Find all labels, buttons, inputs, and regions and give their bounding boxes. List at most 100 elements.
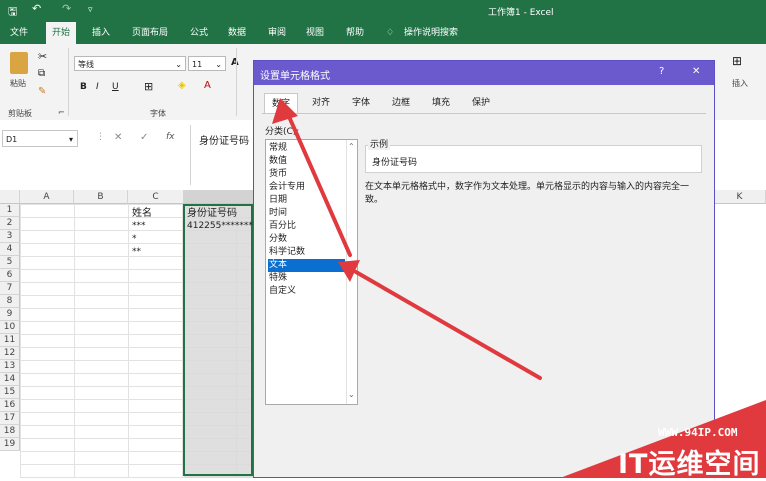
chevron-down-icon: ▾ xyxy=(68,135,73,144)
row-header[interactable]: 1 xyxy=(0,204,20,217)
tab-protection[interactable]: 保护 xyxy=(464,93,498,113)
scroll-up-icon[interactable]: ⌃ xyxy=(348,142,355,151)
cut-icon[interactable]: ✂ xyxy=(38,50,47,63)
border-icon[interactable]: ⊞ xyxy=(144,80,153,93)
category-item[interactable]: 科学记数 xyxy=(268,246,345,259)
tab-font[interactable]: 字体 xyxy=(344,93,378,113)
category-item[interactable]: 常规 xyxy=(268,142,345,155)
cell-d1[interactable]: 身份证号码 xyxy=(187,207,237,220)
font-size-select[interactable]: 11 ⌄ xyxy=(188,56,226,71)
customize-toolbar-icon[interactable]: ▿ xyxy=(88,5,93,15)
name-box[interactable]: D1 ▾ xyxy=(2,130,78,147)
bold-button[interactable]: B xyxy=(80,82,87,92)
insert-cells-button[interactable]: 插入 xyxy=(732,78,748,89)
category-scrollbar[interactable]: ⌃ ⌄ xyxy=(346,140,358,404)
row-header[interactable]: 2 xyxy=(0,217,20,230)
row-header[interactable]: 17 xyxy=(0,412,20,425)
tab-file[interactable]: 文件 xyxy=(10,22,28,44)
tab-number[interactable]: 数字 xyxy=(264,93,298,113)
cell-c3[interactable]: * xyxy=(132,233,137,246)
column-header-a[interactable]: A xyxy=(20,190,74,204)
underline-button[interactable]: U xyxy=(112,82,119,92)
lightbulb-icon: ♢ xyxy=(386,28,395,38)
tab-border[interactable]: 边框 xyxy=(384,93,418,113)
tab-insert[interactable]: 插入 xyxy=(92,22,110,44)
category-item[interactable]: 日期 xyxy=(268,194,345,207)
save-icon[interactable]: 🖫 xyxy=(8,3,17,22)
scroll-down-icon[interactable]: ⌄ xyxy=(348,390,355,399)
category-item[interactable]: 货币 xyxy=(268,168,345,181)
italic-button[interactable]: I xyxy=(96,82,99,92)
tab-data[interactable]: 数据 xyxy=(228,22,246,44)
font-group-label: 字体 xyxy=(150,109,166,118)
chevron-down-icon: ⌄ xyxy=(175,60,182,69)
category-item[interactable]: 时间 xyxy=(268,207,345,220)
row-header[interactable]: 9 xyxy=(0,308,20,321)
tab-review[interactable]: 审阅 xyxy=(268,22,286,44)
row-header[interactable]: 12 xyxy=(0,347,20,360)
title-bar: 🖫 ↶ ↷ ▿ 工作簿1 - Excel xyxy=(0,0,766,22)
insert-function-button[interactable]: fx xyxy=(166,132,175,142)
cell-d2[interactable]: 412255******* xyxy=(187,220,253,233)
row-header[interactable]: 16 xyxy=(0,399,20,412)
row-header[interactable]: 14 xyxy=(0,373,20,386)
insert-cells-icon[interactable]: ⊞ xyxy=(732,54,742,68)
help-button[interactable]: ? xyxy=(659,66,664,77)
category-item[interactable]: 自定义 xyxy=(268,285,345,298)
row-header[interactable]: 10 xyxy=(0,321,20,334)
row-header[interactable]: 6 xyxy=(0,269,20,282)
row-header[interactable]: 3 xyxy=(0,230,20,243)
tab-help[interactable]: 帮助 xyxy=(346,22,364,44)
redo-icon[interactable]: ↷ xyxy=(62,2,71,15)
category-item[interactable]: 文本 xyxy=(268,259,345,272)
grow-font-button[interactable]: A xyxy=(231,57,239,68)
tab-fill[interactable]: 填充 xyxy=(424,93,458,113)
category-item[interactable]: 特殊 xyxy=(268,272,345,285)
select-all-corner[interactable] xyxy=(0,190,20,204)
tab-view[interactable]: 视图 xyxy=(306,22,324,44)
paste-button[interactable]: 粘贴 xyxy=(10,78,26,89)
row-header[interactable]: 7 xyxy=(0,282,20,295)
sample-value: 身份证号码 xyxy=(372,158,418,168)
cancel-icon[interactable]: ✕ xyxy=(114,132,122,143)
tab-home[interactable]: 开始 xyxy=(46,22,77,44)
category-item[interactable]: 分数 xyxy=(268,233,345,246)
formula-input[interactable]: 身份证号码 xyxy=(199,132,249,147)
row-header[interactable]: 18 xyxy=(0,425,20,438)
category-item[interactable]: 会计专用 xyxy=(268,181,345,194)
font-size-value: 11 xyxy=(192,60,203,69)
tab-alignment[interactable]: 对齐 xyxy=(304,93,338,113)
format-painter-icon[interactable]: ✎ xyxy=(38,86,46,97)
row-header[interactable]: 15 xyxy=(0,386,20,399)
formula-input-area[interactable]: 身份证号码 xyxy=(190,125,257,185)
paste-icon[interactable] xyxy=(10,52,28,74)
column-header-d[interactable] xyxy=(184,190,254,204)
close-icon[interactable]: ✕ xyxy=(692,66,700,77)
column-header-k[interactable]: K xyxy=(714,190,766,204)
enter-icon[interactable]: ✓ xyxy=(140,132,148,143)
tell-me-search[interactable]: 操作说明搜索 xyxy=(404,22,458,44)
row-header[interactable]: 19 xyxy=(0,438,20,451)
undo-icon[interactable]: ↶ xyxy=(32,2,41,15)
category-item[interactable]: 百分比 xyxy=(268,220,345,233)
row-header[interactable]: 13 xyxy=(0,360,20,373)
fill-color-icon[interactable]: ◈ xyxy=(178,80,186,91)
font-name-select[interactable]: 等线 ⌄ xyxy=(74,56,186,71)
more-icon: ⋮ xyxy=(96,132,105,142)
category-item[interactable]: 数值 xyxy=(268,155,345,168)
row-header[interactable]: 8 xyxy=(0,295,20,308)
cell-c1[interactable]: 姓名 xyxy=(132,207,152,220)
font-color-icon[interactable]: A xyxy=(204,80,211,91)
category-list[interactable]: 常规 数值 货币 会计专用 日期 时间 百分比 分数 科学记数 文本 特殊 自定义 ⌃ ⌄ xyxy=(265,139,358,405)
column-header-c[interactable]: C xyxy=(128,190,184,204)
copy-icon[interactable]: ⧉ xyxy=(38,68,45,79)
row-header[interactable]: 4 xyxy=(0,243,20,256)
column-header-b[interactable]: B xyxy=(74,190,128,204)
row-header[interactable]: 5 xyxy=(0,256,20,269)
row-header[interactable]: 11 xyxy=(0,334,20,347)
tab-page-layout[interactable]: 页面布局 xyxy=(132,22,168,44)
tab-formulas[interactable]: 公式 xyxy=(190,22,208,44)
cell-c4[interactable]: ** xyxy=(132,246,141,259)
dialog-launcher-icon[interactable]: ⌐ xyxy=(58,108,65,117)
cell-c2[interactable]: *** xyxy=(132,220,146,233)
